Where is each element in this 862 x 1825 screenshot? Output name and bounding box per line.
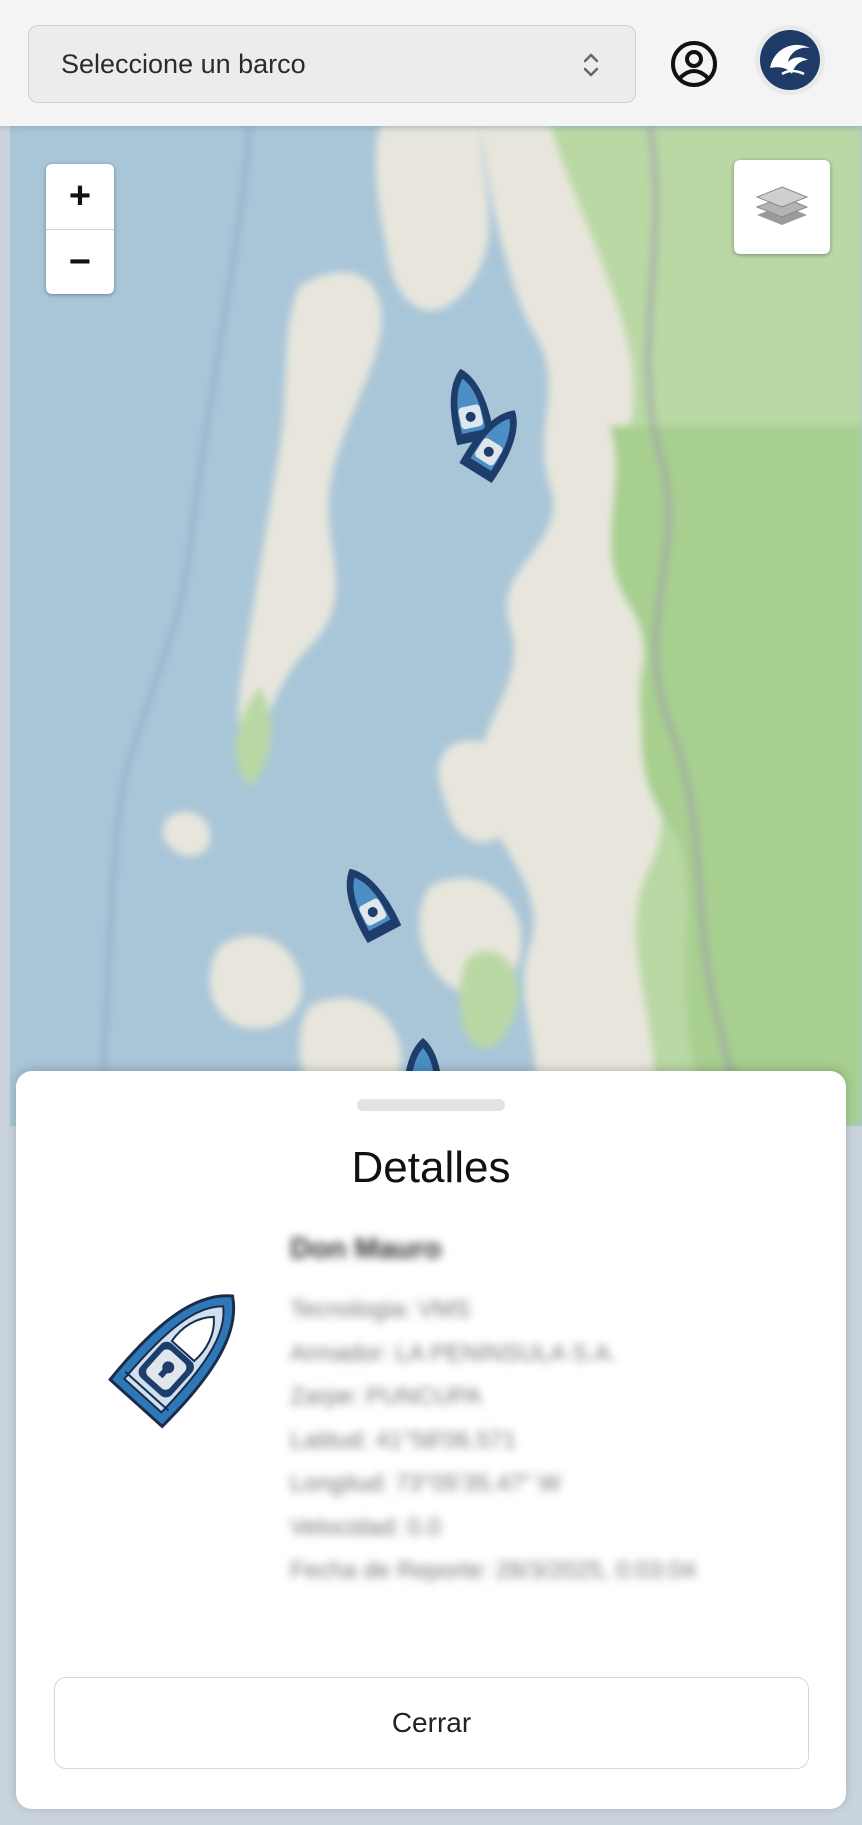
zoom-out-button[interactable]: − (46, 229, 114, 294)
detail-longitude: Longitud: 73°05'35.47" W (290, 1470, 561, 1497)
boat-select[interactable]: Seleccione un barco (28, 25, 636, 103)
detail-speed: Velocidad: 0.0 (290, 1513, 441, 1541)
app-header: Seleccione un barco (0, 0, 862, 126)
sheet-drag-handle[interactable] (357, 1099, 505, 1111)
details-sheet: Detalles Don Mauro Tecnologia: VMS Armad… (16, 1071, 846, 1809)
detail-latitude: Latitud: 41°58'06.571 (290, 1426, 517, 1454)
zoom-control: + − (46, 164, 114, 294)
detail-owner: Armador: LA PENINSULA S.A. (290, 1339, 617, 1367)
chevron-up-down-icon (583, 53, 599, 77)
layers-icon (755, 186, 809, 225)
layers-button[interactable] (734, 160, 830, 254)
boat-name: Don Mauro (290, 1233, 442, 1265)
detail-report-date: Fecha de Reporte: 28/3/2025, 0:03:04 (290, 1557, 696, 1584)
map-view[interactable]: + − (10, 126, 862, 1126)
boat-select-value: Seleccione un barco (61, 48, 306, 79)
dolphin-logo-icon[interactable] (760, 30, 820, 90)
sheet-title: Detalles (351, 1143, 511, 1192)
map-tiles (10, 126, 862, 1126)
detail-departure: Zarpe: PUNCUPA (290, 1383, 482, 1410)
boat-illustration-icon (108, 1294, 236, 1429)
close-button[interactable]: Cerrar (54, 1677, 809, 1769)
boat-details: Don Mauro Tecnologia: VMS Armador: LA PE… (290, 1233, 790, 1593)
zoom-in-button[interactable]: + (46, 164, 114, 229)
detail-technology: Tecnologia: VMS (290, 1296, 471, 1323)
user-circle-icon[interactable] (668, 38, 720, 90)
